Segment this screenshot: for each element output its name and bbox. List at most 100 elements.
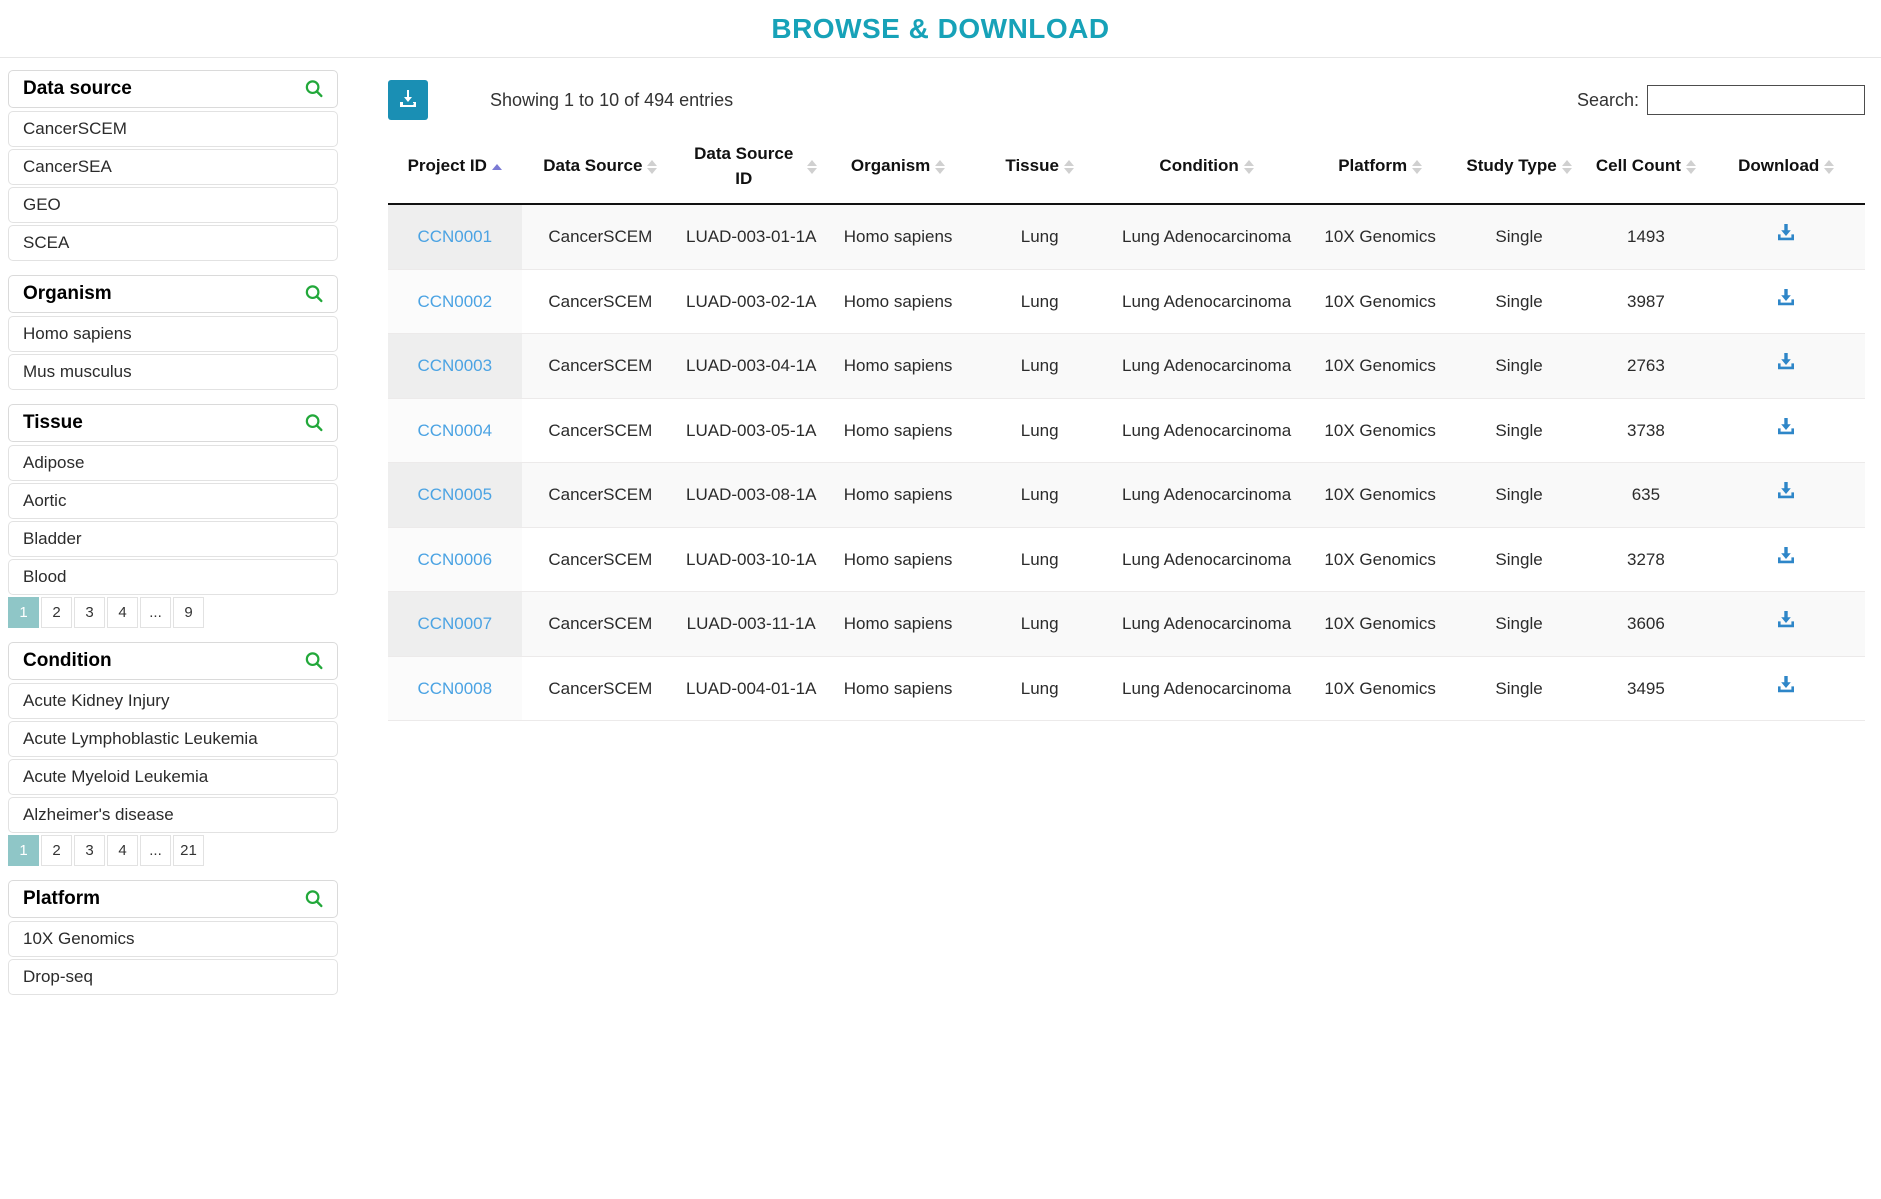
project-id-link[interactable]: CCN0004 xyxy=(417,421,492,440)
facet-header: Tissue xyxy=(8,404,338,442)
pagination-page-3[interactable]: 3 xyxy=(74,835,105,866)
pagination-page-...[interactable]: ... xyxy=(140,835,171,866)
pagination-page-4[interactable]: 4 xyxy=(107,597,138,628)
column-header-tissue[interactable]: Tissue xyxy=(972,132,1107,206)
column-header-platform[interactable]: Platform xyxy=(1306,132,1454,206)
cell-study-type: Single xyxy=(1453,204,1585,270)
cell-tissue: Lung xyxy=(972,527,1107,593)
cell-organism: Homo sapiens xyxy=(823,269,973,335)
cell-study-type: Single xyxy=(1453,462,1585,528)
column-header-download[interactable]: Download xyxy=(1707,132,1865,206)
download-icon[interactable] xyxy=(1774,673,1798,697)
download-all-button[interactable] xyxy=(388,80,428,120)
pagination-page-4[interactable]: 4 xyxy=(107,835,138,866)
project-id-link[interactable]: CCN0001 xyxy=(417,227,492,246)
table-row: CCN0002 CancerSCEM LUAD-003-02-1A Homo sapi… xyxy=(388,269,1865,335)
facet-option[interactable]: GEO xyxy=(8,187,338,223)
cell-cell-count: 635 xyxy=(1584,462,1708,528)
cell-download xyxy=(1707,527,1865,593)
cell-data-source: CancerSCEM xyxy=(521,656,680,722)
facet-option[interactable]: SCEA xyxy=(8,225,338,261)
facet-option[interactable]: CancerSEA xyxy=(8,149,338,185)
project-id-link[interactable]: CCN0007 xyxy=(417,614,492,633)
facet-option[interactable]: Homo sapiens xyxy=(8,316,338,352)
facet-option[interactable]: 10X Genomics xyxy=(8,921,338,957)
facet-option[interactable]: Aortic xyxy=(8,483,338,519)
facet-option[interactable]: Mus musculus xyxy=(8,354,338,390)
facet-option[interactable]: Acute Lymphoblastic Leukemia xyxy=(8,721,338,757)
column-header-study-type[interactable]: Study Type xyxy=(1453,132,1585,206)
facet-platform: Platform 10X Genomics Drop-seq xyxy=(8,880,338,995)
cell-cell-count: 2763 xyxy=(1584,333,1708,399)
column-header-data-source[interactable]: Data Source xyxy=(521,132,680,206)
cell-download xyxy=(1707,462,1865,528)
project-id-link[interactable]: CCN0008 xyxy=(417,679,492,698)
column-header-data-source-id[interactable]: Data Source ID xyxy=(679,132,824,206)
pagination-page-3[interactable]: 3 xyxy=(74,597,105,628)
facet-data-source: Data source CancerSCEM CancerSEA GEO SCEA xyxy=(8,70,338,261)
page-body: Data source CancerSCEM CancerSEA GEO SCEA Org… xyxy=(0,58,1881,1199)
project-id-link[interactable]: CCN0006 xyxy=(417,550,492,569)
column-header-label: Project ID xyxy=(407,156,487,176)
column-header-project-id[interactable]: Project ID xyxy=(388,132,522,206)
pagination-page-2[interactable]: 2 xyxy=(41,597,72,628)
download-icon[interactable] xyxy=(1774,350,1798,374)
facet-option[interactable]: Acute Myeloid Leukemia xyxy=(8,759,338,795)
header-row: Project ID Data Source Data Source ID Organ… xyxy=(388,132,1865,206)
download-icon[interactable] xyxy=(1774,415,1798,439)
facet-option[interactable]: Blood xyxy=(8,559,338,595)
cell-data-source: CancerSCEM xyxy=(521,462,680,528)
pagination-page-2[interactable]: 2 xyxy=(41,835,72,866)
facet-option[interactable]: Drop-seq xyxy=(8,959,338,995)
cell-project-id: CCN0002 xyxy=(388,269,522,335)
main-content: Showing 1 to 10 of 494 entries Search: P… xyxy=(348,58,1881,722)
column-header-label: Data Source ID xyxy=(694,144,794,188)
facet-option[interactable]: CancerSCEM xyxy=(8,111,338,147)
cell-data-source: CancerSCEM xyxy=(521,527,680,593)
cell-tissue: Lung xyxy=(972,333,1107,399)
search-icon[interactable] xyxy=(303,888,325,910)
pagination-page-21[interactable]: 21 xyxy=(173,835,204,866)
column-header-condition[interactable]: Condition xyxy=(1106,132,1307,206)
cell-organism: Homo sapiens xyxy=(823,591,973,657)
column-header-cell-count[interactable]: Cell Count xyxy=(1584,132,1708,206)
download-icon[interactable] xyxy=(1774,286,1798,310)
project-id-link[interactable]: CCN0005 xyxy=(417,485,492,504)
facet-option[interactable]: Bladder xyxy=(8,521,338,557)
search-icon[interactable] xyxy=(303,412,325,434)
search-icon[interactable] xyxy=(303,650,325,672)
facet-title: Data source xyxy=(23,78,132,99)
cell-study-type: Single xyxy=(1453,656,1585,722)
download-icon[interactable] xyxy=(1774,479,1798,503)
facet-option[interactable]: Alzheimer's disease xyxy=(8,797,338,833)
column-header-label: Download xyxy=(1738,156,1820,176)
column-header-organism[interactable]: Organism xyxy=(823,132,973,206)
search-input[interactable] xyxy=(1647,85,1865,115)
cell-condition: Lung Adenocarcinoma xyxy=(1106,398,1307,464)
table-row: CCN0003 CancerSCEM LUAD-003-04-1A Homo sapi… xyxy=(388,333,1865,399)
project-id-link[interactable]: CCN0002 xyxy=(417,292,492,311)
facet-organism: Organism Homo sapiens Mus musculus xyxy=(8,275,338,390)
cell-condition: Lung Adenocarcinoma xyxy=(1106,204,1307,270)
pagination-page-9[interactable]: 9 xyxy=(173,597,204,628)
download-icon[interactable] xyxy=(1774,544,1798,568)
cell-study-type: Single xyxy=(1453,527,1585,593)
search-label: Search: xyxy=(1576,89,1639,110)
facet-pagination: 1 2 3 4... 21 xyxy=(8,835,338,866)
pagination-page-1[interactable]: 1 xyxy=(8,597,39,628)
search-icon[interactable] xyxy=(303,283,325,305)
project-id-link[interactable]: CCN0003 xyxy=(417,356,492,375)
facet-option[interactable]: Acute Kidney Injury xyxy=(8,683,338,719)
search-icon[interactable] xyxy=(303,78,325,100)
table-row: CCN0006 CancerSCEM LUAD-003-10-1A Homo sapi… xyxy=(388,527,1865,593)
facet-option[interactable]: Adipose xyxy=(8,445,338,481)
pagination-page-...[interactable]: ... xyxy=(140,597,171,628)
pagination-page-1[interactable]: 1 xyxy=(8,835,39,866)
download-icon[interactable] xyxy=(1774,608,1798,632)
cell-download xyxy=(1707,398,1865,464)
facet-tissue: Tissue Adipose Aortic Bladder Blood 1 2 3 4... 9 xyxy=(8,404,338,628)
download-icon[interactable] xyxy=(1774,221,1798,245)
cell-data-source-id: LUAD-004-01-1A xyxy=(679,656,824,722)
cell-cell-count: 1493 xyxy=(1584,204,1708,270)
cell-study-type: Single xyxy=(1453,591,1585,657)
